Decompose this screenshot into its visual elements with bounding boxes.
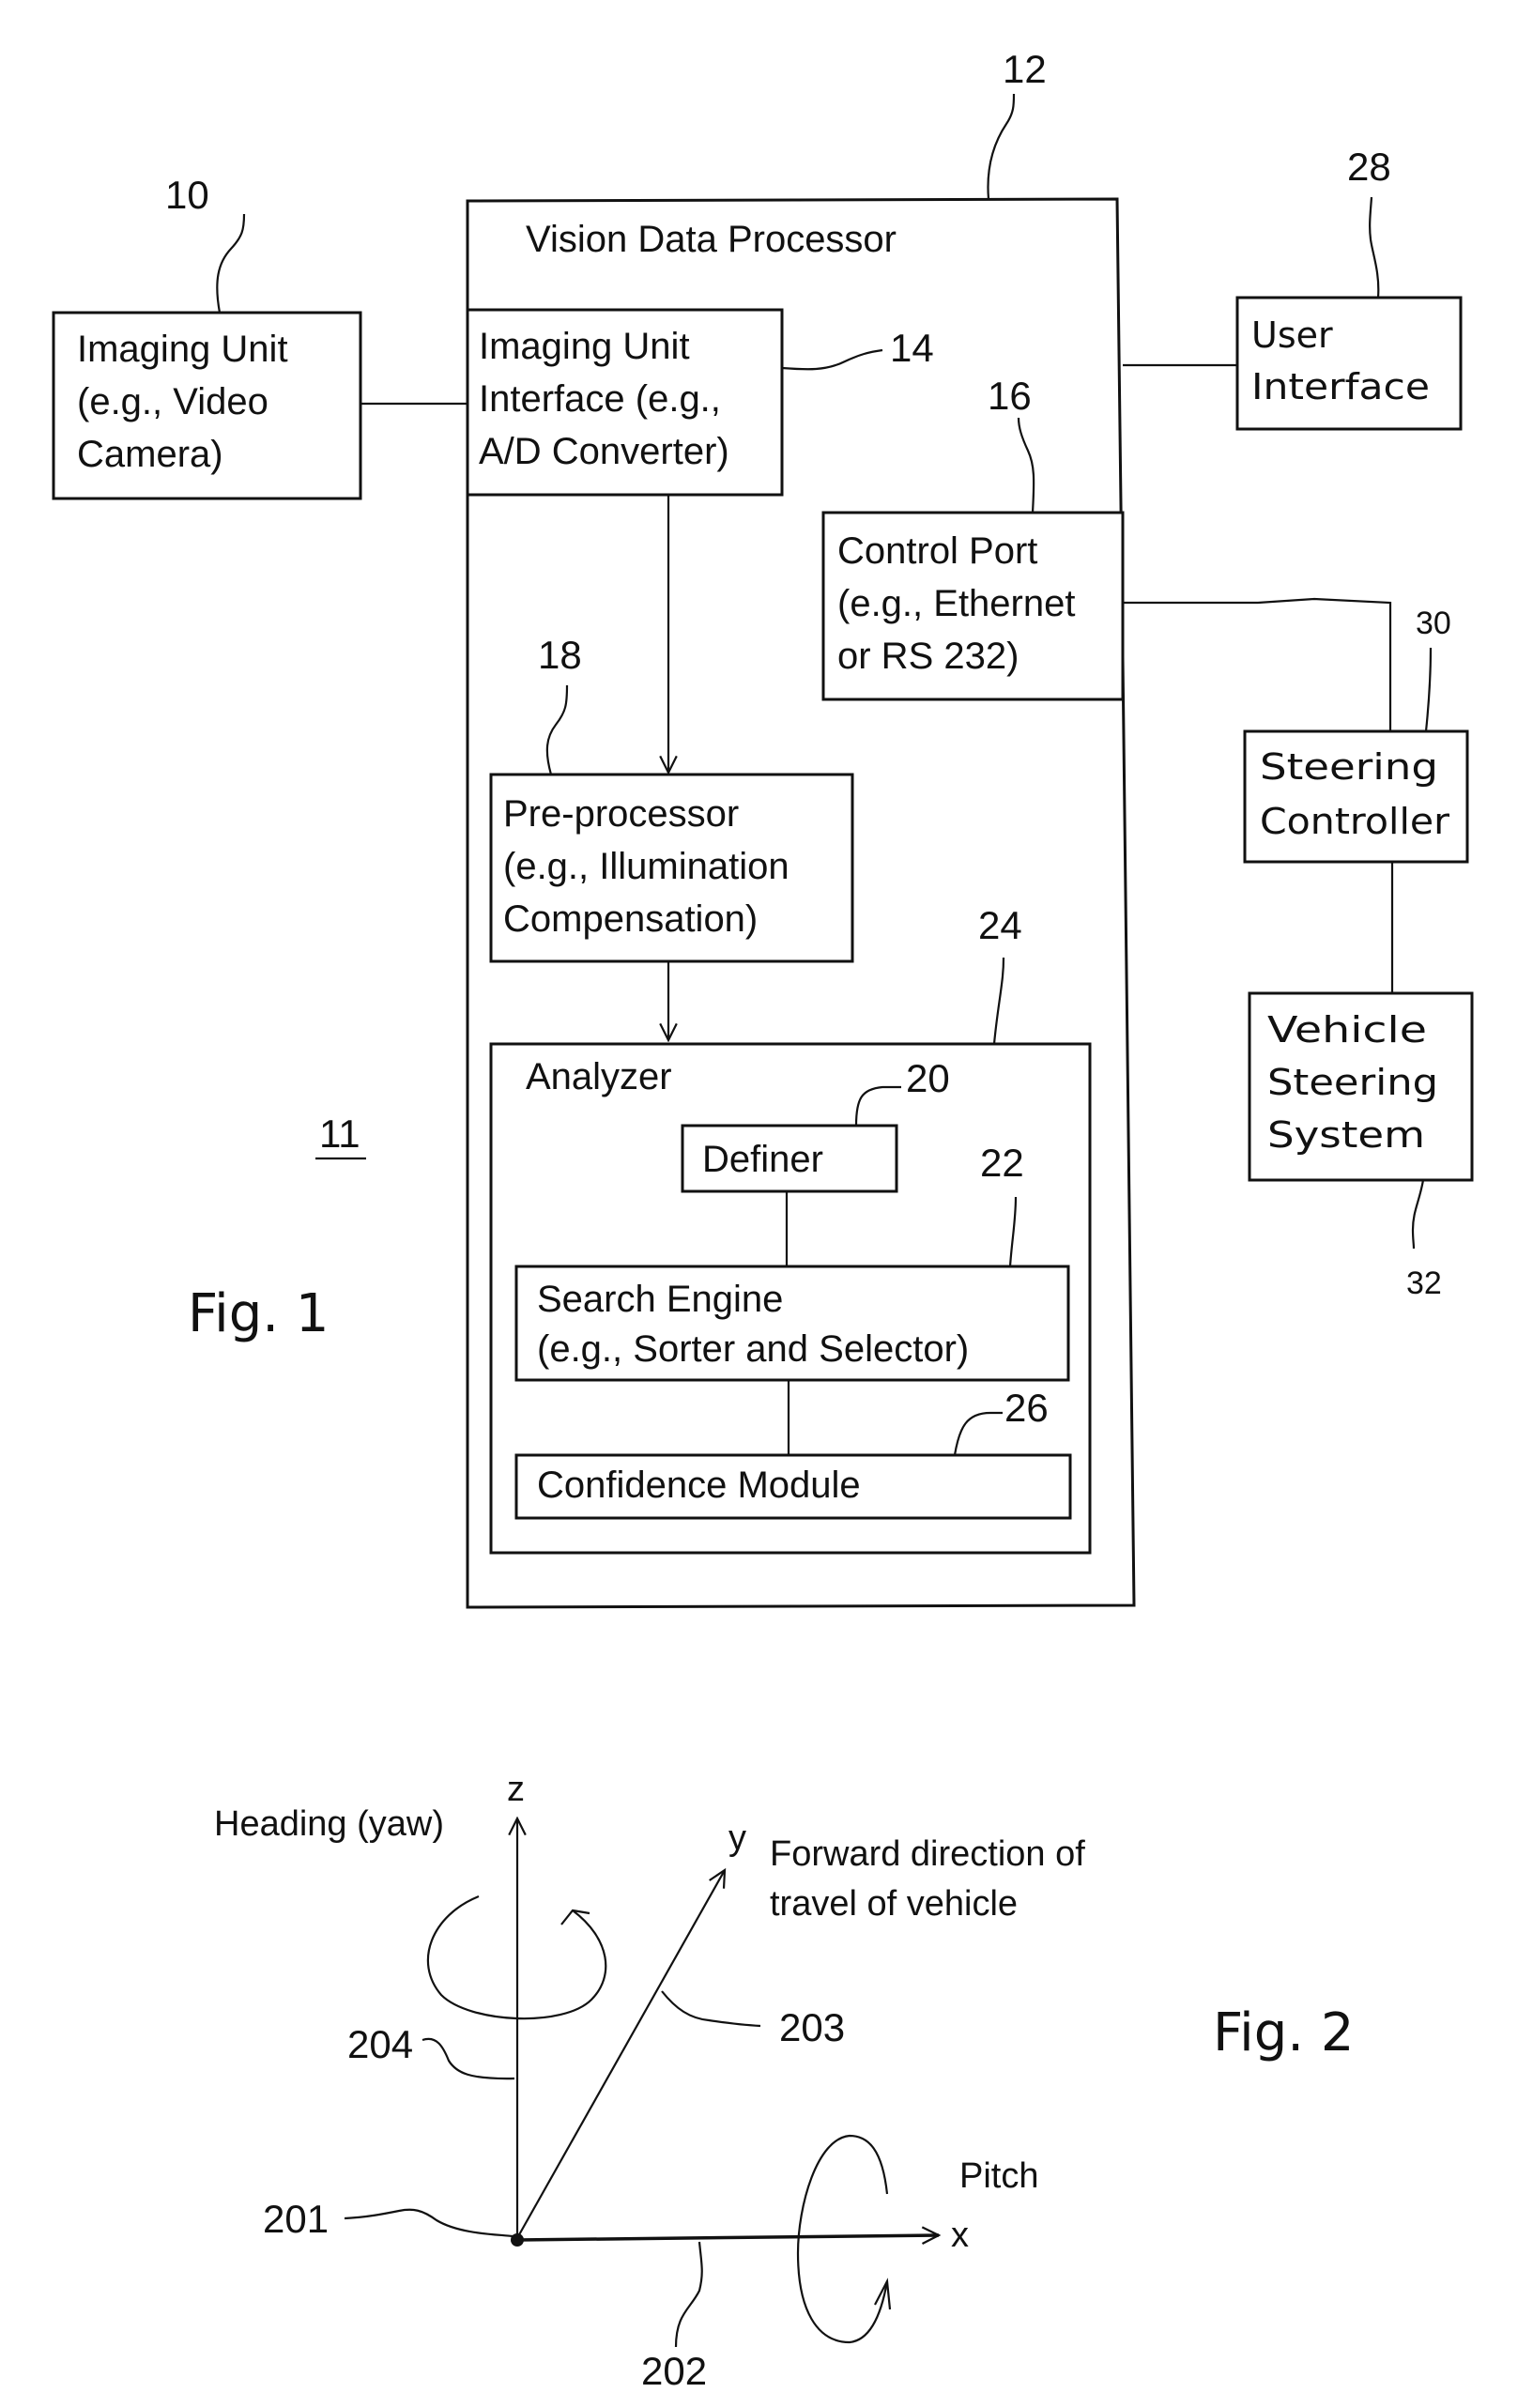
ref-28: 28 <box>1347 145 1391 189</box>
ref-204: 204 <box>347 2022 413 2066</box>
forward-direction-line-1: Forward direction of <box>770 1834 1085 1874</box>
patent-drawing: Vision Data Processor 12 Imaging Unit (e… <box>52 47 1474 2393</box>
user-interface-line-2: Interface <box>1251 366 1430 407</box>
ref-26: 26 <box>1004 1386 1049 1430</box>
search-engine-line-2: (e.g., Sorter and Selector) <box>537 1328 969 1370</box>
user-interface-line-1: User <box>1251 314 1333 356</box>
ref-10-leader <box>216 213 246 314</box>
pitch-rotation-arrow <box>796 2134 889 2344</box>
ref-12: 12 <box>1003 47 1047 91</box>
heading-yaw-label: Heading (yaw) <box>214 1804 444 1844</box>
ref-32: 32 <box>1406 1265 1442 1301</box>
forward-direction-line-2: travel of vehicle <box>770 1884 1018 1924</box>
vision-data-processor-title: Vision Data Processor <box>526 219 897 260</box>
pre-processor-line-1: Pre-processor <box>503 793 739 835</box>
ref-28-leader <box>1369 196 1380 299</box>
vehicle-steering-system-block: Vehicle Steering System 32 <box>1248 991 1474 1301</box>
imaging-unit-line-3: Camera) <box>77 434 223 475</box>
vehicle-steering-system-line-2: Steering <box>1267 1062 1438 1103</box>
imaging-unit-interface-line-3: A/D Converter) <box>479 431 729 472</box>
ref-202: 202 <box>641 2349 707 2393</box>
ref-204-leader <box>422 2037 515 2080</box>
user-interface-block: User Interface 28 <box>1235 145 1463 431</box>
ref-22: 22 <box>980 1141 1024 1185</box>
ref-30-leader <box>1424 647 1433 732</box>
figure-1: Vision Data Processor 12 Imaging Unit (e… <box>52 47 1474 1609</box>
confidence-module-label: Confidence Module <box>537 1465 861 1506</box>
ref-24: 24 <box>978 903 1022 947</box>
steering-controller-line-1: Steering <box>1260 746 1438 788</box>
figure-2: z Heading (yaw) y Forward direction of t… <box>214 1770 1354 2393</box>
steering-controller-line-2: Controller <box>1260 801 1449 842</box>
vehicle-steering-system-line-3: System <box>1267 1114 1425 1156</box>
ref-203-leader <box>661 1990 761 2028</box>
control-port-line-1: Control Port <box>837 530 1037 572</box>
steering-controller-block: Steering Controller 30 <box>1243 606 1469 864</box>
vehicle-steering-system-line-1: Vehicle <box>1267 1009 1427 1051</box>
pitch-label: Pitch <box>959 2156 1038 2196</box>
ref-202-leader <box>674 2241 703 2348</box>
ref-10: 10 <box>165 173 209 217</box>
search-engine-line-1: Search Engine <box>537 1279 783 1320</box>
ref-16: 16 <box>988 374 1032 418</box>
imaging-unit-line-1: Imaging Unit <box>77 329 288 370</box>
ref-18: 18 <box>538 633 582 677</box>
z-axis-label: z <box>507 1770 525 1809</box>
ref-203: 203 <box>779 2005 845 2049</box>
x-axis-label: x <box>951 2216 969 2255</box>
ref-14: 14 <box>890 326 934 370</box>
ref-20: 20 <box>906 1056 950 1100</box>
ref-32-leader <box>1411 1179 1425 1250</box>
ref-12-leader <box>987 93 1016 200</box>
x-axis <box>516 2235 939 2240</box>
imaging-unit-block: Imaging Unit (e.g., Video Camera) 10 <box>52 173 362 500</box>
y-axis-label: y <box>728 1818 746 1858</box>
pre-processor-line-2: (e.g., Illumination <box>503 846 789 887</box>
control-port-to-steering-link <box>1123 597 1392 731</box>
ref-201: 201 <box>263 2197 329 2241</box>
imaging-unit-line-2: (e.g., Video <box>77 381 268 422</box>
definer-label: Definer <box>702 1139 823 1180</box>
ref-30: 30 <box>1416 606 1451 641</box>
ref-201-leader <box>344 2208 514 2238</box>
control-port-line-2: (e.g., Ethernet <box>837 583 1075 624</box>
control-port-line-3: or RS 232) <box>837 636 1019 677</box>
fig-1-caption: Fig. 1 <box>188 1283 329 1344</box>
pre-processor-line-3: Compensation) <box>503 898 758 940</box>
imaging-unit-interface-line-2: Interface (e.g., <box>479 378 721 420</box>
imaging-unit-interface-line-1: Imaging Unit <box>479 326 690 367</box>
ref-11: 11 <box>319 1112 360 1156</box>
y-axis <box>516 1870 725 2239</box>
fig-2-caption: Fig. 2 <box>1213 2002 1354 2063</box>
analyzer-title: Analyzer <box>526 1056 672 1097</box>
